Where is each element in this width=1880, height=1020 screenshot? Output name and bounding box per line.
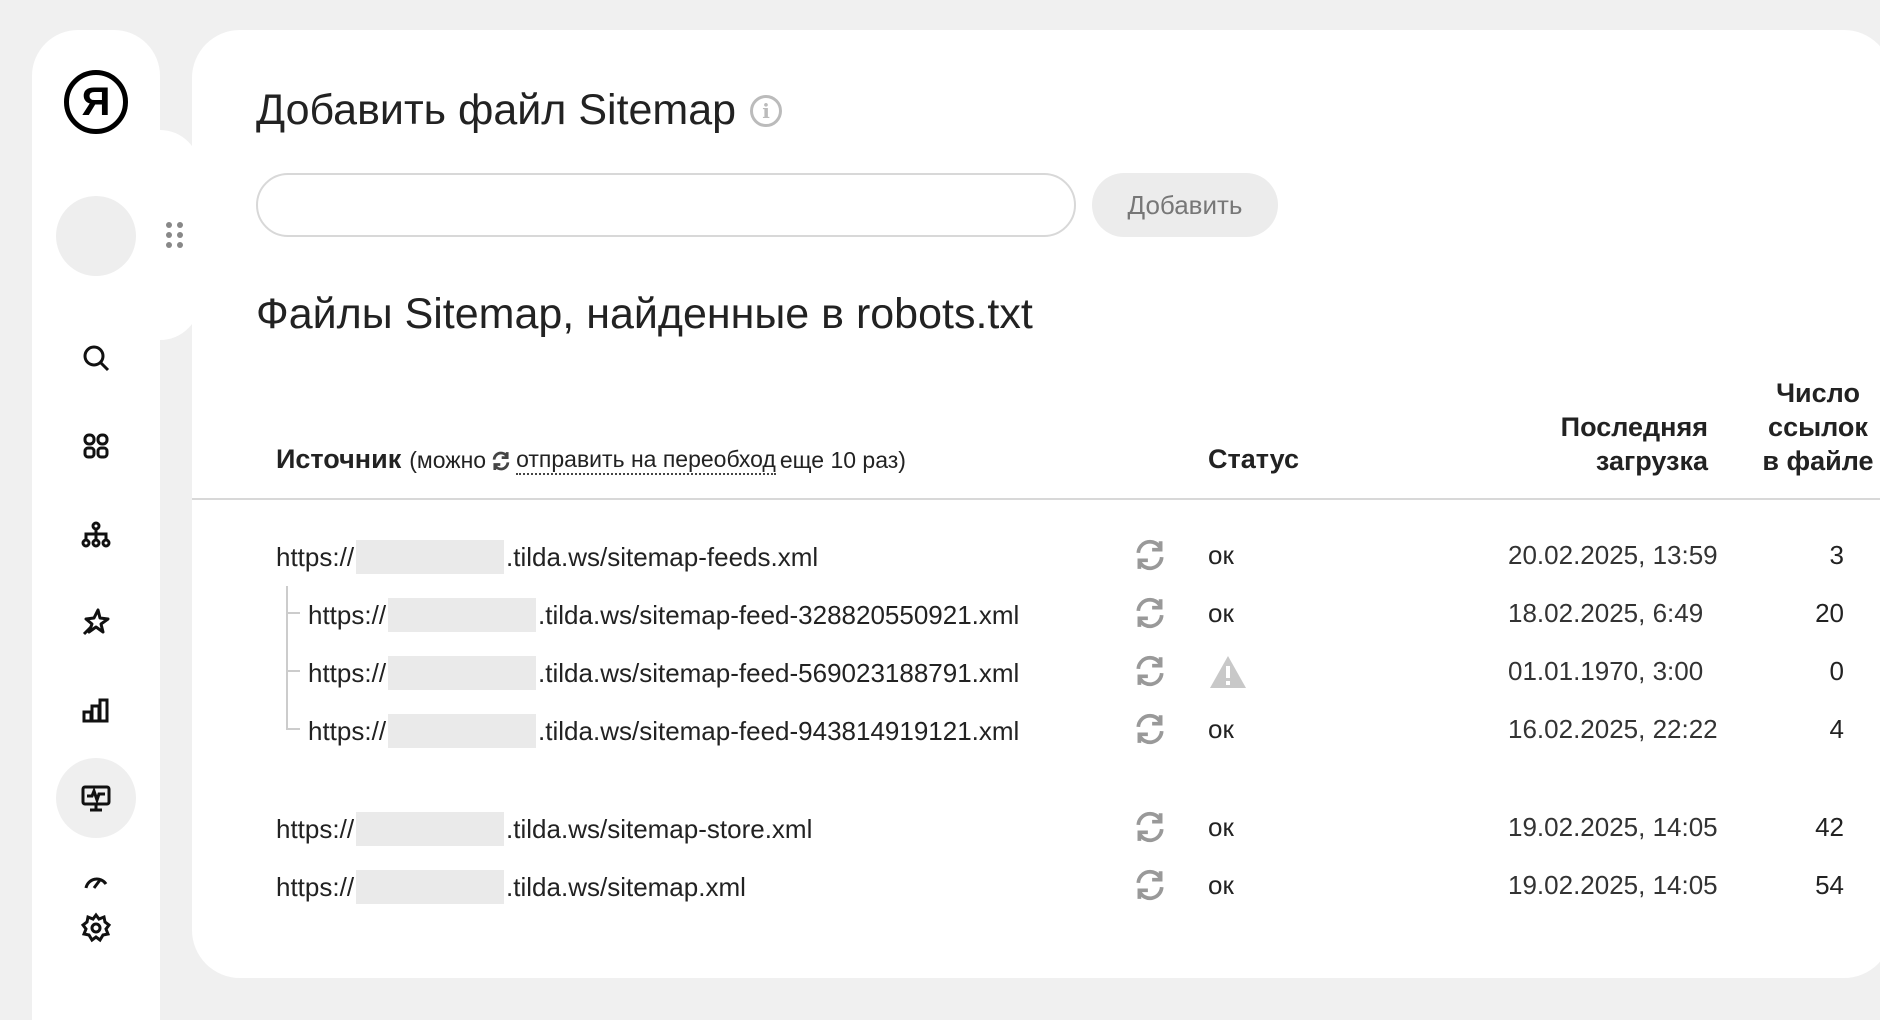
sitemap-url[interactable]: https:// .tilda.ws/sitemap-feed-569023188… (308, 656, 1019, 690)
sitemap-url-input[interactable] (256, 173, 1076, 237)
last-load-header-line2: загрузка (1595, 446, 1708, 476)
last-load-date: 19.02.2025, 14:05 (1508, 812, 1718, 842)
recrawl-note-suffix: еще 10 раз) (779, 447, 906, 473)
url-suffix: .tilda.ws/sitemap-feeds.xml (506, 541, 819, 572)
sitemap-url[interactable]: https:// .tilda.ws/sitemap-feeds.xml (276, 540, 818, 574)
link-count: 20 (1815, 598, 1844, 628)
sitemap-url[interactable]: https:// .tilda.ws/sitemap.xml (276, 870, 746, 904)
column-header-source: Источник (можно отправить на переобход е… (276, 444, 906, 475)
table-row: https:// .tilda.ws/sitemap-store.xml ок 19.… (0, 808, 1880, 848)
status-text: ок (1208, 870, 1234, 900)
table-row: https:// .tilda.ws/sitemap-feeds.xml ок 20.… (0, 536, 1880, 576)
link-count: 4 (1829, 714, 1844, 744)
table-header-divider (192, 498, 1880, 500)
yandex-logo[interactable]: Я (64, 70, 128, 134)
redacted-domain (356, 870, 505, 904)
link-count: 54 (1815, 870, 1844, 900)
redacted-domain (356, 812, 505, 846)
url-suffix: .tilda.ws/sitemap-feed-943814919121.xml (538, 715, 1020, 746)
table-row: https:// .tilda.ws/sitemap-feed-328820550… (0, 594, 1880, 634)
count-header-line2: ссылок (1768, 412, 1868, 442)
add-button[interactable]: Добавить (1092, 173, 1278, 237)
refresh-icon[interactable] (1133, 538, 1167, 572)
avatar[interactable] (56, 196, 136, 276)
status-text: ок (1208, 812, 1234, 842)
url-suffix: .tilda.ws/sitemap-feed-328820550921.xml (538, 599, 1020, 630)
link-count: 42 (1815, 812, 1844, 842)
url-prefix: https:// (276, 813, 355, 844)
table-row: https:// .tilda.ws/sitemap-feed-569023188… (0, 652, 1880, 692)
url-prefix: https:// (308, 657, 387, 688)
refresh-icon[interactable] (1133, 596, 1167, 630)
info-icon[interactable]: i (750, 94, 783, 127)
last-load-date: 20.02.2025, 13:59 (1508, 540, 1718, 570)
last-load-date: 19.02.2025, 14:05 (1508, 870, 1718, 900)
count-header-line1: Число (1776, 378, 1860, 408)
redacted-domain (388, 656, 537, 690)
url-suffix: .tilda.ws/sitemap.xml (506, 871, 746, 902)
add-sitemap-title: Добавить файл Sitemap i (256, 86, 783, 135)
table-row: https:// .tilda.ws/sitemap-feed-943814919… (0, 710, 1880, 750)
refresh-icon[interactable] (1133, 654, 1167, 688)
status-text: ок (1208, 540, 1234, 570)
url-prefix: https:// (308, 715, 387, 746)
status-text: ок (1208, 714, 1234, 744)
redacted-domain (388, 598, 537, 632)
source-header-label: Источник (276, 444, 402, 474)
refresh-icon[interactable] (1133, 868, 1167, 902)
add-sitemap-title-text: Добавить файл Sitemap (256, 86, 737, 134)
sitemap-url[interactable]: https:// .tilda.ws/sitemap-feed-943814919… (308, 714, 1019, 748)
redacted-domain (356, 540, 505, 574)
redacted-domain (388, 714, 537, 748)
url-suffix: .tilda.ws/sitemap-store.xml (506, 813, 813, 844)
sitemap-url[interactable]: https:// .tilda.ws/sitemap-store.xml (276, 812, 812, 846)
recrawl-note-prefix: (можно (409, 447, 487, 473)
url-prefix: https:// (276, 871, 355, 902)
last-load-date: 16.02.2025, 22:22 (1508, 714, 1718, 744)
recrawl-link[interactable]: отправить на переобход (516, 446, 776, 475)
robots-sitemaps-title: Файлы Sitemap, найденные в robots.txt (256, 290, 1033, 338)
gear-icon[interactable] (56, 908, 136, 948)
refresh-icon[interactable] (1133, 712, 1167, 746)
column-header-last-load: Последняя загрузка (1500, 410, 1708, 478)
warning-icon[interactable] (1208, 654, 1248, 697)
count-header-line3: в файле (1762, 446, 1874, 476)
last-load-header-line1: Последняя (1560, 412, 1708, 442)
url-prefix: https:// (308, 599, 387, 630)
link-count: 3 (1829, 540, 1844, 570)
last-load-date: 01.01.1970, 3:00 (1508, 656, 1704, 686)
grid-icon[interactable] (56, 406, 136, 486)
column-header-status: Статус (1208, 444, 1299, 474)
column-header-link-count: Число ссылок в файле (1748, 376, 1880, 478)
url-prefix: https:// (276, 541, 355, 572)
table-row: https:// .tilda.ws/sitemap.xml ок 19.02.202… (0, 866, 1880, 906)
refresh-icon[interactable] (1133, 810, 1167, 844)
refresh-icon (492, 451, 510, 470)
sitemap-url[interactable]: https:// .tilda.ws/sitemap-feed-328820550… (308, 598, 1019, 632)
link-count: 0 (1829, 656, 1844, 686)
status-text: ок (1208, 598, 1234, 628)
recrawl-note: (можно отправить на переобход еще 10 раз… (409, 446, 906, 475)
last-load-date: 18.02.2025, 6:49 (1508, 598, 1704, 628)
url-suffix: .tilda.ws/sitemap-feed-569023188791.xml (538, 657, 1020, 688)
search-icon[interactable] (56, 318, 136, 398)
drag-handle-icon[interactable] (166, 222, 186, 252)
